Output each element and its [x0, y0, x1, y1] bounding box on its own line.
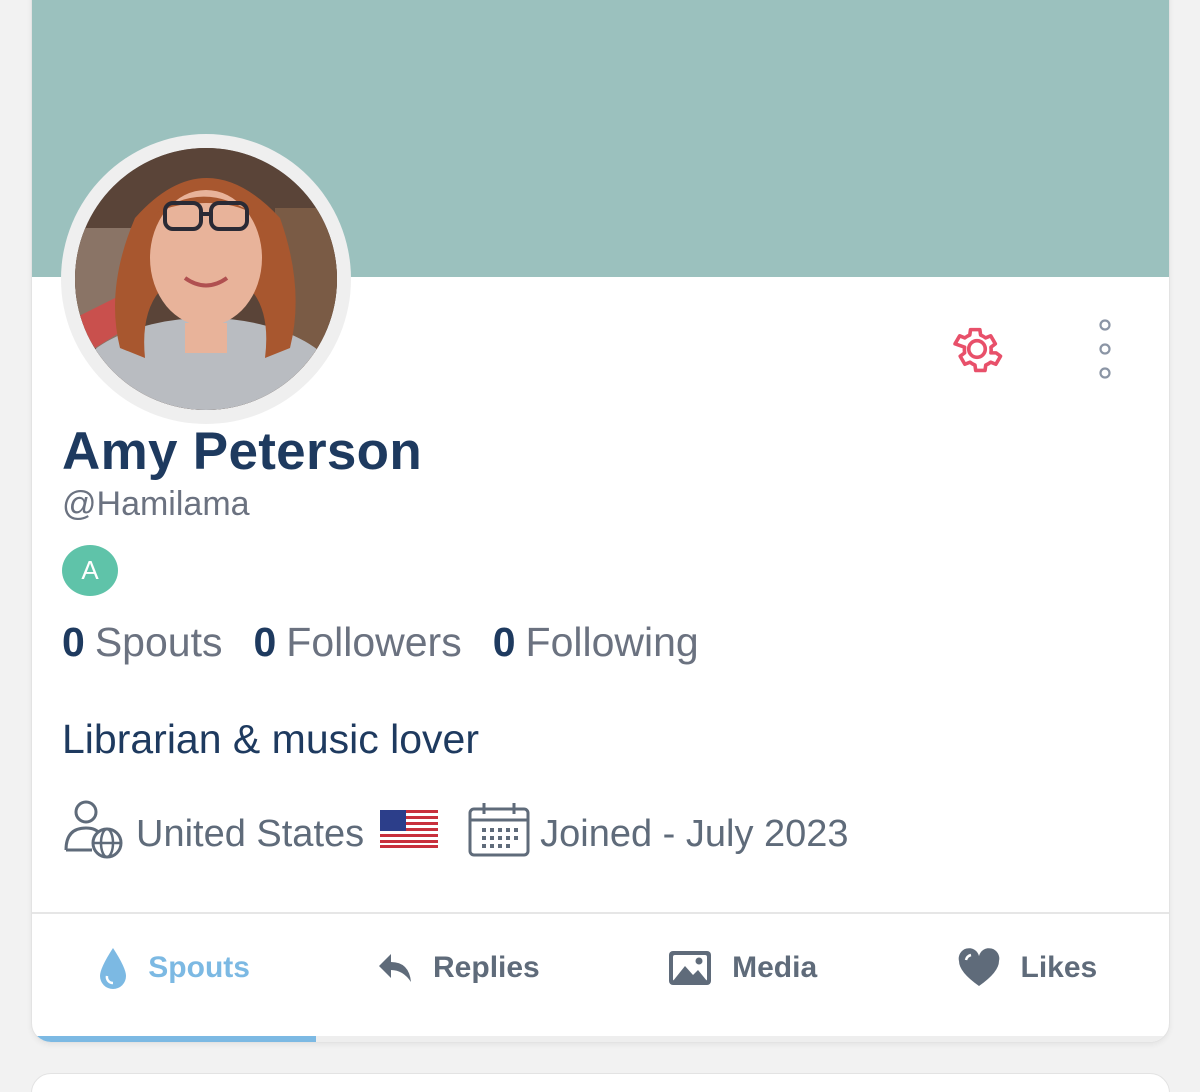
- user-globe-icon: [62, 798, 124, 870]
- profile-meta: United States Joined - July 2023: [62, 798, 849, 870]
- profile-name: Amy Peterson: [62, 422, 423, 481]
- settings-button[interactable]: [946, 318, 1008, 380]
- stat-spouts[interactable]: 0 Spouts: [62, 619, 222, 666]
- stat-label: Followers: [286, 619, 462, 665]
- stat-count: 0: [62, 619, 85, 665]
- tab-label: Spouts: [148, 951, 250, 984]
- profile-tabs: Spouts Replies Media Likes: [32, 914, 1169, 1022]
- profile-bio: Librarian & music lover: [62, 716, 479, 762]
- active-tab-indicator: [32, 1036, 317, 1042]
- joined-date: Joined - July 2023: [540, 812, 849, 855]
- stat-followers[interactable]: 0 Followers: [253, 619, 461, 666]
- image-icon: [669, 951, 712, 985]
- tab-label: Replies: [433, 951, 540, 984]
- heart-icon: [958, 948, 999, 986]
- avatar-photo: [75, 148, 337, 410]
- tab-label: Likes: [1020, 951, 1098, 984]
- status-badge: A: [62, 545, 118, 596]
- vertical-dots-icon: [1099, 319, 1111, 379]
- tab-replies[interactable]: Replies: [316, 914, 600, 1022]
- more-options-button[interactable]: [1090, 314, 1120, 384]
- avatar[interactable]: [61, 134, 351, 424]
- location-text: United States: [136, 812, 365, 855]
- stat-count: 0: [253, 619, 277, 665]
- stat-following[interactable]: 0 Following: [493, 619, 699, 666]
- tab-likes[interactable]: Likes: [885, 914, 1169, 1022]
- profile-card: Amy Peterson @Hamilama A 0 Spouts 0 Follow…: [31, 0, 1170, 1043]
- droplet-icon: [100, 948, 127, 989]
- stat-label: Following: [525, 619, 699, 665]
- us-flag-icon: [380, 810, 439, 858]
- next-card: [31, 1073, 1170, 1092]
- tab-label: Media: [732, 951, 818, 984]
- tab-media[interactable]: Media: [601, 914, 885, 1022]
- stat-count: 0: [492, 619, 516, 665]
- tab-spouts[interactable]: Spouts: [32, 914, 316, 1022]
- profile-stats: 0 Spouts 0 Followers 0 Following: [62, 619, 730, 666]
- avatar-image: [75, 148, 337, 410]
- reply-arrow-icon: [379, 954, 412, 982]
- calendar-icon: [468, 801, 530, 867]
- gear-icon: [953, 327, 1003, 373]
- profile-handle: @Hamilama: [62, 485, 250, 523]
- stat-label: Spouts: [94, 619, 223, 665]
